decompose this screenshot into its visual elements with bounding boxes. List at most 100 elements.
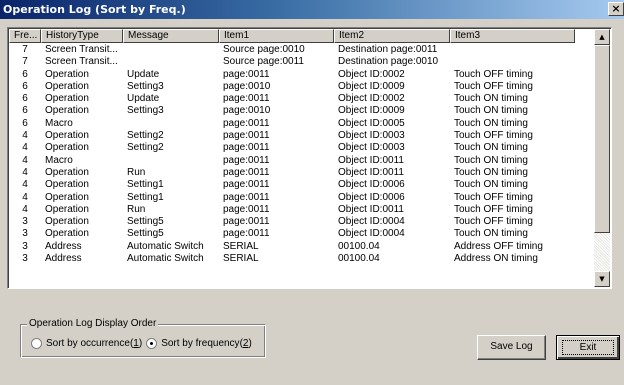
table-cell: Automatic Switch	[127, 253, 204, 265]
table-row[interactable]: 4 Operation Setting1 page:0011 Object ID:000…	[9, 179, 595, 191]
list-rows: 7 Screen Transit... Source page:0010 Destin…	[9, 44, 595, 265]
table-cell: Touch ON timing	[454, 179, 528, 191]
sort-by-occurrence-radio[interactable]	[31, 338, 42, 349]
table-cell: Touch ON timing	[454, 154, 528, 166]
table-cell: Setting2	[127, 142, 164, 154]
save-log-button[interactable]: Save Log	[477, 335, 546, 360]
table-cell: Screen Transit...	[45, 44, 118, 55]
table-cell: Object ID:0006	[338, 179, 405, 191]
scroll-thumb[interactable]	[594, 45, 610, 233]
table-row[interactable]: 4 Operation Setting2 page:0011 Object ID:000…	[9, 130, 595, 142]
table-row[interactable]: 3 Operation Setting5 page:0011 Object ID:000…	[9, 228, 595, 240]
table-cell: Operation	[45, 216, 89, 228]
title-bar[interactable]: Operation Log (Sort by Freq.) ×	[0, 0, 624, 19]
table-cell: Operation	[45, 105, 89, 117]
table-cell: Address OFF timing	[454, 240, 543, 252]
table-row[interactable]: 6 Macro page:0011 Object ID:0005 Touch ON ti…	[9, 118, 595, 130]
table-cell: 6	[22, 117, 28, 129]
table-cell: Object ID:0004	[338, 228, 405, 240]
table-cell: Address	[45, 253, 82, 265]
display-order-title: Operation Log Display Order	[27, 318, 159, 329]
sort-by-frequency-option[interactable]: Sort by frequency(2)	[146, 338, 252, 349]
table-cell: Touch OFF timing	[454, 216, 533, 228]
table-row[interactable]: 4 Operation Run page:0011 Object ID:0011 Touc…	[9, 167, 595, 179]
column-header-freq[interactable]: Fre...	[9, 29, 41, 43]
scroll-up-icon[interactable]: ▲	[594, 29, 610, 45]
table-cell: page:0010	[223, 105, 271, 117]
table-cell: Object ID:0006	[338, 191, 405, 203]
exit-button[interactable]: Exit	[556, 335, 620, 360]
table-cell: Object ID:0002	[338, 68, 405, 80]
column-header-historytype[interactable]: HistoryType	[41, 29, 123, 43]
table-cell: Setting1	[127, 191, 164, 203]
table-cell: 4	[22, 130, 28, 142]
table-cell: Setting3	[127, 80, 164, 92]
table-row[interactable]: 3 Address Automatic Switch SERIAL 00100.04 Ad…	[9, 241, 595, 253]
table-cell: page:0011	[223, 117, 270, 129]
window-title: Operation Log (Sort by Freq.)	[3, 3, 186, 16]
table-cell: Object ID:0011	[338, 154, 404, 166]
table-cell: Setting5	[127, 228, 164, 240]
column-header-item1[interactable]: Item1	[219, 29, 334, 43]
table-cell: page:0011	[223, 93, 270, 105]
table-cell: Update	[127, 93, 160, 105]
table-row[interactable]: 6 Operation Update page:0011 Object ID:0002 T…	[9, 93, 595, 105]
vertical-scrollbar[interactable]: ▲ ▼	[594, 29, 610, 287]
table-cell: SERIAL	[223, 253, 259, 265]
column-header-item2[interactable]: Item2	[334, 29, 450, 43]
table-row[interactable]: 3 Address Automatic Switch SERIAL 00100.04 Ad…	[9, 253, 595, 265]
table-cell: Setting3	[127, 105, 164, 117]
sort-by-frequency-radio[interactable]	[146, 338, 158, 349]
table-row[interactable]: 6 Operation Setting3 page:0010 Object ID:000…	[9, 105, 595, 117]
table-cell: page:0010	[223, 80, 271, 92]
table-row[interactable]: 4 Operation Setting1 page:0011 Object ID:000…	[9, 192, 595, 204]
table-cell: Source page:0010	[223, 44, 305, 55]
table-cell	[123, 44, 219, 56]
table-cell: Setting5	[127, 216, 164, 228]
table-cell: page:0011	[223, 142, 270, 154]
sort-by-occurrence-option[interactable]: Sort by occurrence(1)	[31, 338, 142, 349]
table-cell: 7	[22, 56, 28, 68]
table-cell: Source page:0011	[223, 56, 304, 68]
table-cell: 6	[22, 68, 28, 80]
table-cell: Touch ON timing	[454, 142, 528, 154]
table-cell: page:0011	[223, 130, 270, 142]
table-cell: page:0011	[223, 216, 270, 228]
log-list[interactable]: Fre... HistoryType Message Item1 Item2 I…	[7, 27, 612, 289]
close-button[interactable]: ×	[608, 2, 624, 16]
scroll-down-icon[interactable]: ▼	[594, 271, 610, 287]
table-row[interactable]: 4 Operation Setting2 page:0011 Object ID:000…	[9, 142, 595, 154]
table-row[interactable]: 4 Operation Run page:0011 Object ID:0011 Touc…	[9, 204, 595, 216]
table-row[interactable]: 4 Macro page:0011 Object ID:0011 Touch ON ti…	[9, 155, 595, 167]
table-cell: Touch OFF timing	[454, 191, 533, 203]
table-row[interactable]: 7 Screen Transit... Source page:0010 Destin…	[9, 44, 595, 56]
table-cell: Operation	[45, 179, 89, 191]
column-header-message[interactable]: Message	[123, 29, 219, 43]
table-cell: 3	[22, 216, 28, 228]
table-row[interactable]: 6 Operation Update page:0011 Object ID:0002 T…	[9, 69, 595, 81]
table-cell: Setting1	[127, 179, 164, 191]
table-cell: 4	[22, 142, 28, 154]
table-cell: page:0011	[223, 154, 270, 166]
table-cell: Object ID:0009	[338, 80, 405, 92]
table-row[interactable]: 7 Screen Transit... Source page:0011 Destin…	[9, 56, 595, 68]
table-cell: 4	[22, 191, 28, 203]
table-cell: 6	[22, 93, 28, 105]
table-cell: SERIAL	[223, 240, 259, 252]
sort-by-occurrence-label: Sort by occurrence	[46, 338, 130, 349]
table-cell: 7	[22, 44, 28, 55]
column-header-item3[interactable]: Item3	[450, 29, 575, 43]
table-cell: page:0011	[223, 203, 270, 215]
table-cell: 4	[22, 154, 28, 166]
table-cell: page:0011	[223, 68, 270, 80]
table-row[interactable]: 3 Operation Setting5 page:0011 Object ID:000…	[9, 216, 595, 228]
table-row[interactable]: 6 Operation Setting3 page:0010 Object ID:000…	[9, 81, 595, 93]
table-cell: 4	[22, 203, 28, 215]
table-cell: Touch ON timing	[454, 166, 528, 178]
table-cell: Object ID:0004	[338, 216, 405, 228]
table-cell: page:0011	[223, 166, 270, 178]
table-cell: Touch OFF timing	[454, 203, 533, 215]
table-cell: Operation	[45, 130, 89, 142]
list-header: Fre... HistoryType Message Item1 Item2 I…	[9, 29, 575, 43]
table-cell: 4	[22, 179, 28, 191]
